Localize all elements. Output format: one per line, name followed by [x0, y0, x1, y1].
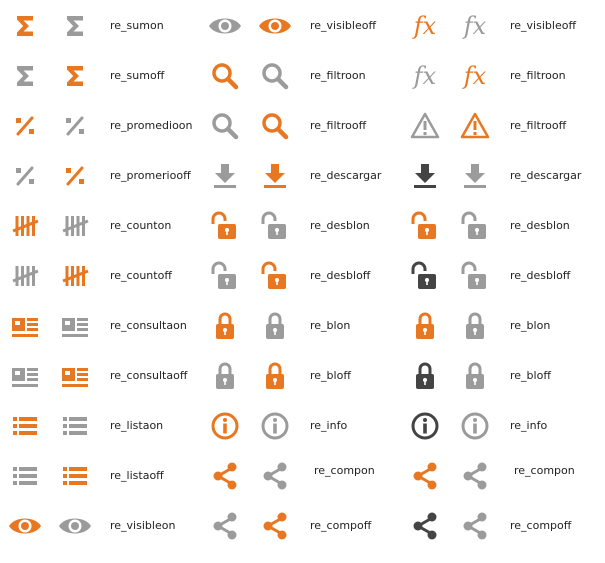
fx-icon: fx	[413, 12, 437, 40]
download-icon	[258, 159, 292, 193]
unlock-icon	[258, 209, 292, 243]
icon-label: re_consultaon	[110, 319, 187, 332]
consulta-icon	[8, 309, 42, 343]
consulta-icon	[8, 359, 42, 393]
icon-label: re_promeriooff	[110, 169, 191, 182]
icon-label: re_visibleoff	[310, 19, 377, 32]
fx-icon: fx	[463, 62, 487, 90]
percent-icon	[8, 109, 42, 143]
lock-icon	[208, 359, 242, 393]
icon-label: re_blon	[510, 319, 551, 332]
lock-icon	[408, 359, 442, 393]
unlock-icon	[458, 259, 492, 293]
icon-label: re_visibleon	[110, 519, 176, 532]
share-icon	[208, 509, 242, 543]
fx-icon: fx	[413, 62, 437, 90]
info-icon	[258, 409, 292, 443]
sigma-icon	[8, 59, 42, 93]
icon-label: re_sumon	[110, 19, 164, 32]
icon-label: re_compon	[514, 464, 575, 477]
icon-label: re_filtroon	[310, 69, 366, 82]
icon-label: re_listaoff	[110, 469, 164, 482]
fx-icon: fx	[463, 12, 487, 40]
share-icon	[458, 459, 492, 493]
list-icon	[58, 409, 92, 443]
share-icon	[458, 509, 492, 543]
icon-label: re_promedioon	[110, 119, 193, 132]
tally-icon	[58, 259, 92, 293]
share-icon	[408, 459, 442, 493]
download-icon	[208, 159, 242, 193]
share-icon	[408, 509, 442, 543]
icon-label: re_filtrooff	[310, 119, 367, 132]
sigma-icon	[8, 9, 42, 43]
icon-label: re_compoff	[510, 519, 572, 532]
icon-label: re_bloff	[310, 369, 351, 382]
percent-icon	[58, 159, 92, 193]
lock-icon	[258, 359, 292, 393]
icon-label: re_visibleoff	[510, 19, 577, 32]
unlock-icon	[458, 209, 492, 243]
eye-icon	[58, 509, 92, 543]
unlock-icon	[208, 259, 242, 293]
share-icon	[208, 459, 242, 493]
unlock-icon	[258, 259, 292, 293]
icon-label: re_compon	[314, 464, 375, 477]
sigma-icon	[58, 59, 92, 93]
search-icon	[208, 109, 242, 143]
icon-label: re_sumoff	[110, 69, 165, 82]
search-icon	[258, 109, 292, 143]
lock-icon	[458, 359, 492, 393]
icon-label: re_info	[310, 419, 348, 432]
info-icon	[208, 409, 242, 443]
lock-icon	[458, 309, 492, 343]
eye-icon	[8, 509, 42, 543]
icon-label: re_listaon	[110, 419, 164, 432]
sigma-icon	[58, 9, 92, 43]
icon-label: re_desbloff	[310, 269, 371, 282]
tally-icon	[58, 209, 92, 243]
consulta-icon	[58, 359, 92, 393]
lock-icon	[258, 309, 292, 343]
icon-label: re_consultaoff	[110, 369, 188, 382]
percent-icon	[58, 109, 92, 143]
lock-icon	[408, 309, 442, 343]
warning-icon	[408, 109, 442, 143]
eye-icon	[258, 9, 292, 43]
list-icon	[8, 459, 42, 493]
lock-icon	[208, 309, 242, 343]
tally-icon	[8, 209, 42, 243]
icon-label: re_desbloff	[510, 269, 571, 282]
info-icon	[408, 409, 442, 443]
icon-label: re_filtroon	[510, 69, 566, 82]
icon-label: re_compoff	[310, 519, 372, 532]
icon-label: re_filtrooff	[510, 119, 567, 132]
icon-label: re_counton	[110, 219, 172, 232]
unlock-icon	[408, 209, 442, 243]
warning-icon	[458, 109, 492, 143]
icon-label: re_descargar	[510, 169, 582, 182]
icon-label: re_descargar	[310, 169, 382, 182]
search-icon	[258, 59, 292, 93]
tally-icon	[8, 259, 42, 293]
consulta-icon	[58, 309, 92, 343]
percent-icon	[8, 159, 42, 193]
unlock-icon	[208, 209, 242, 243]
icon-label: re_blon	[310, 319, 351, 332]
icon-label: re_info	[510, 419, 548, 432]
unlock-icon	[408, 259, 442, 293]
share-icon	[258, 509, 292, 543]
icon-label: re_desblon	[510, 219, 570, 232]
share-icon	[258, 459, 292, 493]
list-icon	[58, 459, 92, 493]
icon-label: re_countoff	[110, 269, 172, 282]
list-icon	[8, 409, 42, 443]
info-icon	[458, 409, 492, 443]
icon-label: re_bloff	[510, 369, 551, 382]
download-icon	[458, 159, 492, 193]
eye-icon	[208, 9, 242, 43]
search-icon	[208, 59, 242, 93]
download-icon	[408, 159, 442, 193]
icon-label: re_desblon	[310, 219, 370, 232]
